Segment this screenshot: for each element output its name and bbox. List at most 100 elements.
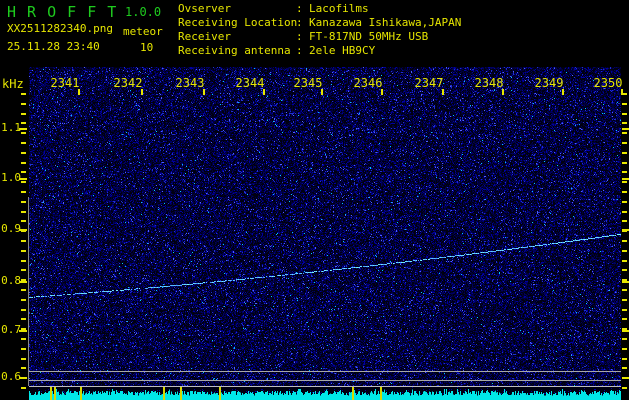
tick [622,338,627,340]
tick [622,358,627,360]
time-tick [78,89,80,95]
tick [21,142,26,144]
station-row-observer: Ovserver: Lacofilms [178,3,369,15]
observation-mode-label: meteor [123,25,163,38]
frequency-unit-label: kHz [2,77,24,91]
hrofft-window: H R O F F T 1.0.0 XX2511282340.png meteo… [0,0,629,400]
tick [21,113,26,115]
time-tick [442,89,444,95]
tick [21,181,26,183]
tick [622,142,627,144]
plot-left-border [28,197,29,386]
tick [622,171,627,173]
time-label-2350: 2350 [593,76,623,90]
tick [21,201,26,203]
time-tick [381,89,383,95]
tick [622,281,629,283]
tick [21,289,26,291]
time-label-2348: 2348 [474,76,504,90]
tick [622,309,627,311]
tick [21,387,26,389]
tick [21,152,26,154]
output-file-name: XX2511282340.png [7,22,113,35]
tick [21,240,26,242]
tick [622,367,627,369]
station-row-location: Receiving Location: Kanazawa Ishikawa,JAP… [178,17,461,29]
tick [622,299,627,301]
tick [622,113,627,115]
tick [21,348,26,350]
tick [622,220,627,222]
tick [21,269,26,271]
tick [21,260,26,262]
separator: : [296,2,303,15]
tick [21,250,26,252]
tick [19,330,27,332]
observation-datetime: 25.11.28 23:40 [7,40,100,53]
tick [622,122,627,124]
tick [21,299,26,301]
freq-label-0.7: 0.7 [1,323,21,336]
tick [19,128,27,130]
station-label: Receiving Location [178,16,298,29]
tick [622,348,627,350]
tick [622,229,629,231]
time-label-2349: 2349 [534,76,564,90]
time-label-2346: 2346 [353,76,383,90]
signal-level-strip-canvas [29,387,621,400]
reference-line-lower [29,380,621,381]
tick [19,377,27,379]
time-tick [141,89,143,95]
freq-label-0.8: 0.8 [1,274,21,287]
tick [622,330,629,332]
tick [21,191,26,193]
tick [622,178,629,180]
time-tick [621,89,623,95]
tick [622,260,627,262]
time-label-2344: 2344 [235,76,265,90]
station-row-receiver: Receiver: FT-817ND 50MHz USB [178,31,428,43]
tick [21,309,26,311]
station-value: Lacofilms [309,2,369,15]
tick [21,220,26,222]
strip-top-border [29,386,621,387]
tick [622,240,627,242]
event-count: 10 [140,41,154,54]
tick [622,128,629,130]
app-title: H R O F F T [7,3,118,21]
time-tick [502,89,504,95]
station-label: Receiver [178,30,231,43]
freq-label-0.6: 0.6 [1,370,21,383]
tick [21,358,26,360]
time-tick [203,89,205,95]
time-label-2343: 2343 [175,76,205,90]
tick [622,377,629,379]
tick [21,338,26,340]
tick [21,93,26,95]
time-label-2341: 2341 [50,76,80,90]
freq-label-0.9: 0.9 [1,222,21,235]
time-tick [562,89,564,95]
tick [622,162,627,164]
tick [622,181,627,183]
station-value: Kanazawa Ishikawa,JAPAN [309,16,462,29]
tick [19,281,27,283]
tick [622,103,627,105]
tick [21,162,26,164]
station-value: FT-817ND 50MHz USB [309,30,429,43]
freq-label-1.1: 1.1 [1,121,21,134]
tick [21,132,26,134]
reference-line-upper [29,371,621,372]
time-label-2345: 2345 [293,76,323,90]
tick [21,103,26,105]
tick [622,318,627,320]
time-label-2342: 2342 [113,76,143,90]
tick [21,122,26,124]
tick [21,171,26,173]
station-value: 2ele HB9CY [309,44,376,57]
tick [622,387,627,389]
tick [622,289,627,291]
tick [622,152,627,154]
tick [622,132,627,134]
tick [622,211,627,213]
